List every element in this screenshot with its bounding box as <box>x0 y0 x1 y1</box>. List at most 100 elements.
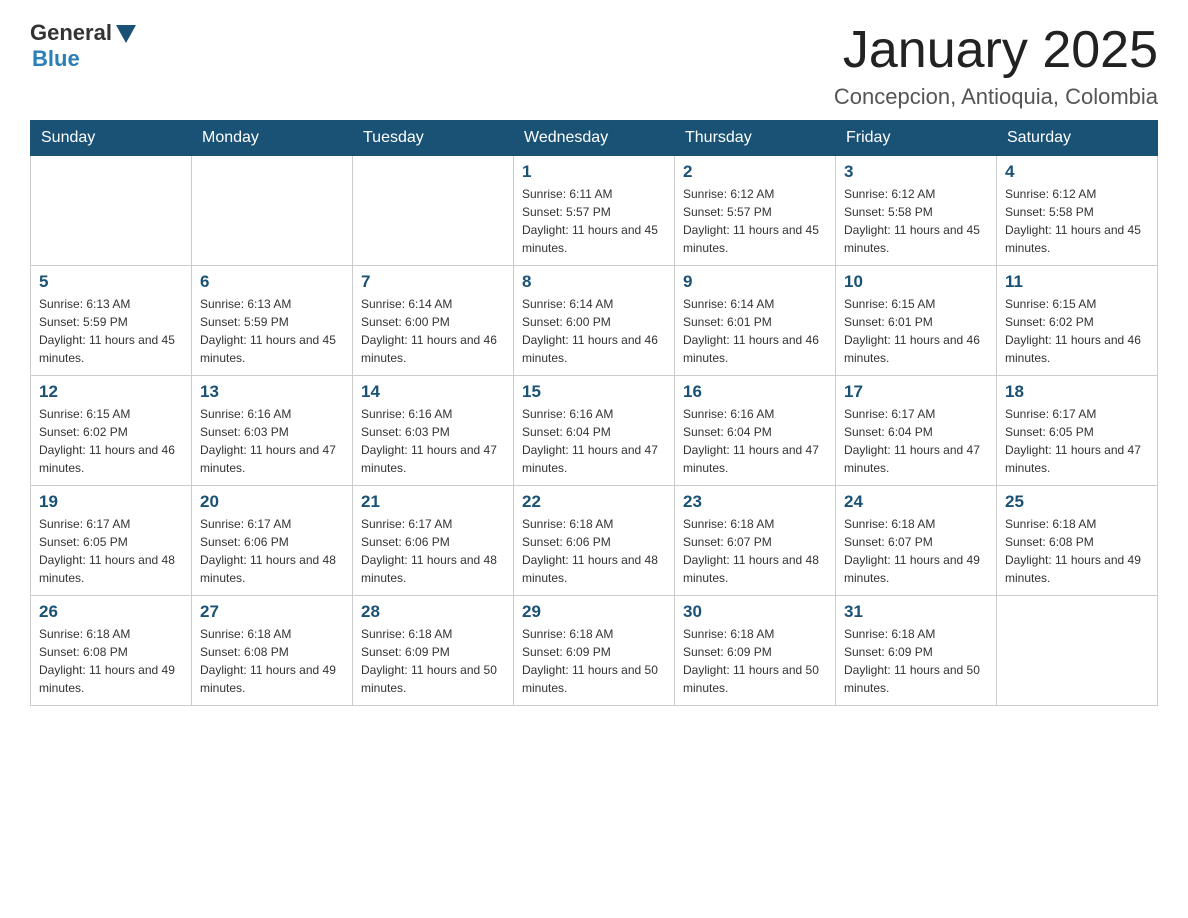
day-number: 24 <box>844 492 988 512</box>
day-info: Sunrise: 6:15 AM Sunset: 6:02 PM Dayligh… <box>1005 295 1149 367</box>
logo-blue-text: Blue <box>32 46 80 72</box>
logo-triangle-icon <box>116 25 136 43</box>
day-info: Sunrise: 6:17 AM Sunset: 6:04 PM Dayligh… <box>844 405 988 477</box>
day-number: 23 <box>683 492 827 512</box>
day-info: Sunrise: 6:13 AM Sunset: 5:59 PM Dayligh… <box>39 295 183 367</box>
calendar-cell: 15Sunrise: 6:16 AM Sunset: 6:04 PM Dayli… <box>514 376 675 486</box>
calendar-cell: 7 Sunrise: 6:14 AM Sunset: 6:00 PM Daylig… <box>353 266 514 376</box>
day-info: Sunrise: 6:15 AM Sunset: 6:01 PM Dayligh… <box>844 295 988 367</box>
week-row-2: 5 Sunrise: 6:13 AM Sunset: 5:59 PM Daylig… <box>31 266 1158 376</box>
calendar-cell: 29 Sunrise: 6:18 AM Sunset: 6:09 PM Dayli… <box>514 596 675 706</box>
calendar-cell: 18 Sunrise: 6:17 AM Sunset: 6:05 PM Dayli… <box>997 376 1158 486</box>
day-info: Sunrise: 6:14 AM Sunset: 6:01 PM Dayligh… <box>683 295 827 367</box>
weekday-header-friday: Friday <box>836 121 997 156</box>
day-info: Sunrise: 6:16 AM Sunset: 6:04 PM Dayligh… <box>683 405 827 477</box>
calendar-cell: 20 Sunrise: 6:17 AM Sunset: 6:06 PM Dayli… <box>192 486 353 596</box>
weekday-header-thursday: Thursday <box>675 121 836 156</box>
day-info: Sunrise: 6:17 AM Sunset: 6:05 PM Dayligh… <box>39 515 183 587</box>
calendar-cell <box>353 156 514 266</box>
day-info: Sunrise: 6:18 AM Sunset: 6:09 PM Dayligh… <box>361 625 505 697</box>
calendar-cell <box>31 156 192 266</box>
calendar-cell: 16 Sunrise: 6:16 AM Sunset: 6:04 PM Dayli… <box>675 376 836 486</box>
calendar-cell: 22 Sunrise: 6:18 AM Sunset: 6:06 PM Dayli… <box>514 486 675 596</box>
day-info: Sunrise: 6:18 AM Sunset: 6:09 PM Dayligh… <box>844 625 988 697</box>
calendar-cell: 21Sunrise: 6:17 AM Sunset: 6:06 PM Dayli… <box>353 486 514 596</box>
day-number: 4 <box>1005 162 1149 182</box>
weekday-header-tuesday: Tuesday <box>353 121 514 156</box>
calendar-cell: 3Sunrise: 6:12 AM Sunset: 5:58 PM Daylig… <box>836 156 997 266</box>
week-row-5: 26 Sunrise: 6:18 AM Sunset: 6:08 PM Dayli… <box>31 596 1158 706</box>
weekday-header-sunday: Sunday <box>31 121 192 156</box>
calendar-cell: 11 Sunrise: 6:15 AM Sunset: 6:02 PM Dayli… <box>997 266 1158 376</box>
day-info: Sunrise: 6:13 AM Sunset: 5:59 PM Dayligh… <box>200 295 344 367</box>
calendar-table: SundayMondayTuesdayWednesdayThursdayFrid… <box>30 120 1158 706</box>
day-info: Sunrise: 6:14 AM Sunset: 6:00 PM Dayligh… <box>522 295 666 367</box>
logo: General Blue <box>30 20 136 72</box>
day-info: Sunrise: 6:17 AM Sunset: 6:06 PM Dayligh… <box>361 515 505 587</box>
day-info: Sunrise: 6:17 AM Sunset: 6:06 PM Dayligh… <box>200 515 344 587</box>
day-number: 1 <box>522 162 666 182</box>
calendar-cell: 2 Sunrise: 6:12 AM Sunset: 5:57 PM Daylig… <box>675 156 836 266</box>
day-number: 22 <box>522 492 666 512</box>
location-title: Concepcion, Antioquia, Colombia <box>834 84 1158 110</box>
day-number: 7 <box>361 272 505 292</box>
day-number: 20 <box>200 492 344 512</box>
weekday-header-monday: Monday <box>192 121 353 156</box>
day-number: 3 <box>844 162 988 182</box>
calendar-cell: 24 Sunrise: 6:18 AM Sunset: 6:07 PM Dayli… <box>836 486 997 596</box>
day-info: Sunrise: 6:12 AM Sunset: 5:57 PM Dayligh… <box>683 185 827 257</box>
day-info: Sunrise: 6:18 AM Sunset: 6:07 PM Dayligh… <box>683 515 827 587</box>
calendar-cell: 1Sunrise: 6:11 AM Sunset: 5:57 PM Daylig… <box>514 156 675 266</box>
calendar-cell: 14 Sunrise: 6:16 AM Sunset: 6:03 PM Dayli… <box>353 376 514 486</box>
calendar-cell <box>192 156 353 266</box>
weekday-header-row: SundayMondayTuesdayWednesdayThursdayFrid… <box>31 121 1158 156</box>
weekday-header-wednesday: Wednesday <box>514 121 675 156</box>
day-info: Sunrise: 6:18 AM Sunset: 6:06 PM Dayligh… <box>522 515 666 587</box>
day-number: 26 <box>39 602 183 622</box>
day-number: 13 <box>200 382 344 402</box>
day-number: 10 <box>844 272 988 292</box>
calendar-cell: 27Sunrise: 6:18 AM Sunset: 6:08 PM Dayli… <box>192 596 353 706</box>
day-info: Sunrise: 6:18 AM Sunset: 6:07 PM Dayligh… <box>844 515 988 587</box>
day-number: 11 <box>1005 272 1149 292</box>
day-number: 2 <box>683 162 827 182</box>
calendar-cell: 8 Sunrise: 6:14 AM Sunset: 6:00 PM Daylig… <box>514 266 675 376</box>
day-number: 18 <box>1005 382 1149 402</box>
day-number: 31 <box>844 602 988 622</box>
page-header: General Blue January 2025 Concepcion, An… <box>30 20 1158 110</box>
logo-general-text: General <box>30 20 112 46</box>
day-info: Sunrise: 6:18 AM Sunset: 6:08 PM Dayligh… <box>1005 515 1149 587</box>
day-number: 5 <box>39 272 183 292</box>
calendar-cell: 26 Sunrise: 6:18 AM Sunset: 6:08 PM Dayli… <box>31 596 192 706</box>
calendar-cell: 12Sunrise: 6:15 AM Sunset: 6:02 PM Dayli… <box>31 376 192 486</box>
day-info: Sunrise: 6:17 AM Sunset: 6:05 PM Dayligh… <box>1005 405 1149 477</box>
calendar-cell: 17 Sunrise: 6:17 AM Sunset: 6:04 PM Dayli… <box>836 376 997 486</box>
calendar-cell: 4Sunrise: 6:12 AM Sunset: 5:58 PM Daylig… <box>997 156 1158 266</box>
week-row-1: 1Sunrise: 6:11 AM Sunset: 5:57 PM Daylig… <box>31 156 1158 266</box>
day-number: 19 <box>39 492 183 512</box>
calendar-cell: 23 Sunrise: 6:18 AM Sunset: 6:07 PM Dayli… <box>675 486 836 596</box>
day-number: 17 <box>844 382 988 402</box>
day-info: Sunrise: 6:18 AM Sunset: 6:08 PM Dayligh… <box>39 625 183 697</box>
week-row-4: 19 Sunrise: 6:17 AM Sunset: 6:05 PM Dayli… <box>31 486 1158 596</box>
week-row-3: 12Sunrise: 6:15 AM Sunset: 6:02 PM Dayli… <box>31 376 1158 486</box>
day-number: 14 <box>361 382 505 402</box>
day-number: 12 <box>39 382 183 402</box>
calendar-cell: 6 Sunrise: 6:13 AM Sunset: 5:59 PM Daylig… <box>192 266 353 376</box>
day-info: Sunrise: 6:18 AM Sunset: 6:09 PM Dayligh… <box>522 625 666 697</box>
title-section: January 2025 Concepcion, Antioquia, Colo… <box>834 20 1158 110</box>
day-number: 15 <box>522 382 666 402</box>
day-number: 29 <box>522 602 666 622</box>
calendar-cell: 13Sunrise: 6:16 AM Sunset: 6:03 PM Dayli… <box>192 376 353 486</box>
calendar-cell: 25Sunrise: 6:18 AM Sunset: 6:08 PM Dayli… <box>997 486 1158 596</box>
calendar-cell <box>997 596 1158 706</box>
day-info: Sunrise: 6:16 AM Sunset: 6:03 PM Dayligh… <box>361 405 505 477</box>
calendar-cell: 31 Sunrise: 6:18 AM Sunset: 6:09 PM Dayli… <box>836 596 997 706</box>
day-number: 6 <box>200 272 344 292</box>
calendar-cell: 9Sunrise: 6:14 AM Sunset: 6:01 PM Daylig… <box>675 266 836 376</box>
day-info: Sunrise: 6:14 AM Sunset: 6:00 PM Dayligh… <box>361 295 505 367</box>
day-number: 16 <box>683 382 827 402</box>
calendar-cell: 30Sunrise: 6:18 AM Sunset: 6:09 PM Dayli… <box>675 596 836 706</box>
day-number: 28 <box>361 602 505 622</box>
day-number: 8 <box>522 272 666 292</box>
